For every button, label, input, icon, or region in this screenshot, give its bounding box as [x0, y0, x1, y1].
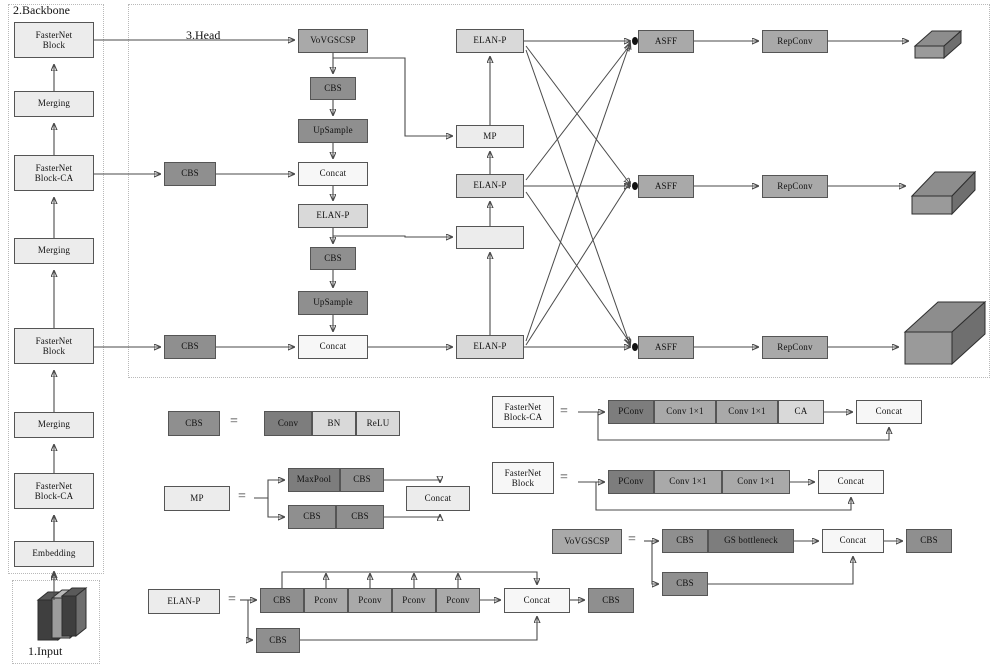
legend-elanp-pconv-1[interactable]: Pconv — [304, 588, 348, 613]
legend-cbs-part-conv[interactable]: Conv — [264, 411, 312, 436]
legend-elanp-concat[interactable]: Concat — [504, 588, 570, 613]
head-cbs-top[interactable]: CBS — [310, 77, 356, 100]
node-label-line2: Block — [42, 40, 66, 50]
backbone-node-fasternet-block-ca-2[interactable]: FasterNet Block-CA — [14, 473, 94, 509]
legend-vov-gs-bottleneck[interactable]: GS bottleneck — [708, 529, 794, 553]
head-repconv-mid[interactable]: RepConv — [762, 175, 828, 198]
legend-fasternet-equals: = — [560, 470, 568, 485]
node-label-line1: FasterNet — [35, 480, 73, 491]
head-mp-lower[interactable] — [456, 226, 524, 249]
legend-fn-conv1x1-a[interactable]: Conv 1×1 — [654, 470, 722, 494]
legend-elanp-branch-cbs[interactable]: CBS — [256, 628, 300, 653]
node-label-line2: Block — [42, 346, 66, 356]
head-concat-bottom[interactable]: Concat — [298, 335, 368, 359]
legend-elanp-equals: = — [228, 592, 236, 607]
head-vovgscsp[interactable]: VoVGSCSP — [298, 29, 368, 53]
head-asff-top[interactable]: ASFF — [638, 30, 694, 53]
legend-mp-maxpool[interactable]: MaxPool — [288, 468, 340, 492]
legend-mp-equals: = — [238, 489, 246, 504]
head-upsample-mid[interactable]: UpSample — [298, 291, 368, 315]
backbone-node-merging-3[interactable]: Merging — [14, 412, 94, 438]
legend-fn-concat[interactable]: Concat — [818, 470, 884, 494]
legend-cbs-part-relu[interactable]: ReLU — [356, 411, 400, 436]
backbone-node-merging-1[interactable]: Merging — [14, 91, 94, 117]
backbone-node-fasternet-block-top[interactable]: FasterNet Block — [14, 22, 94, 58]
legend-fnca-ca[interactable]: CA — [778, 400, 824, 424]
head-repconv-top[interactable]: RepConv — [762, 30, 828, 53]
legend-vovgscsp-key[interactable]: VoVGSCSP — [552, 529, 622, 554]
legend-fasternet-block-ca-key[interactable]: FasterNet Block-CA — [492, 396, 554, 428]
legend-mp-concat[interactable]: Concat — [406, 486, 470, 511]
legend-vov-concat[interactable]: Concat — [822, 529, 884, 553]
legend-mp-bottom-cbs-1[interactable]: CBS — [288, 505, 336, 529]
head-cbs-mid[interactable]: CBS — [310, 247, 356, 270]
legend-vov-cbs-top[interactable]: CBS — [662, 529, 708, 553]
backbone-section-label: 2.Backbone — [13, 3, 70, 17]
legend-cbs-key[interactable]: CBS — [168, 411, 220, 436]
legend-elanp-tail-cbs[interactable]: CBS — [588, 588, 634, 613]
legend-key-line2: Block-CA — [503, 412, 543, 422]
head-concat-top[interactable]: Concat — [298, 162, 368, 186]
backbone-node-fasternet-block-ca-1[interactable]: FasterNet Block-CA — [14, 155, 94, 191]
node-label-line1: FasterNet — [35, 162, 73, 173]
head-frame — [128, 4, 990, 378]
legend-mp-key[interactable]: MP — [164, 486, 230, 511]
head-repconv-bottom[interactable]: RepConv — [762, 336, 828, 359]
legend-vov-cbs-branch[interactable]: CBS — [662, 572, 708, 596]
node-label-line2: Block-CA — [34, 491, 74, 501]
legend-elanp-pconv-2[interactable]: Pconv — [348, 588, 392, 613]
legend-key-line1: FasterNet — [504, 401, 542, 412]
legend-cbs-equals: = — [230, 414, 238, 429]
legend-fn-conv1x1-b[interactable]: Conv 1×1 — [722, 470, 790, 494]
asff-junction-dot-bottom — [632, 343, 638, 351]
legend-vovgscsp-equals: = — [628, 532, 636, 547]
head-upsample-top[interactable]: UpSample — [298, 119, 368, 143]
legend-elanp-pconv-4[interactable]: Pconv — [436, 588, 480, 613]
legend-vov-tail-cbs[interactable]: CBS — [906, 529, 952, 553]
node-label-line1: FasterNet — [35, 29, 73, 40]
legend-key-line1: FasterNet — [504, 467, 542, 478]
legend-mp-top-cbs[interactable]: CBS — [340, 468, 384, 492]
legend-elanp-pconv-3[interactable]: Pconv — [392, 588, 436, 613]
head-cbs-left-lower[interactable]: CBS — [164, 335, 216, 359]
diagram-canvas: 2.Backbone 3.Head 1.Input FasterNet Bloc… — [0, 0, 1000, 668]
legend-fnca-conv1x1-a[interactable]: Conv 1×1 — [654, 400, 716, 424]
legend-fnca-pconv[interactable]: PConv — [608, 400, 654, 424]
legend-elanp-cbs[interactable]: CBS — [260, 588, 304, 613]
backbone-node-merging-2[interactable]: Merging — [14, 238, 94, 264]
head-mp-upper[interactable]: MP — [456, 125, 524, 148]
head-elanp-bottom[interactable]: ELAN-P — [456, 335, 524, 359]
node-label-line1: FasterNet — [35, 335, 73, 346]
head-cbs-left-upper[interactable]: CBS — [164, 162, 216, 186]
head-elanp-top[interactable]: ELAN-P — [456, 29, 524, 53]
legend-fnca-concat[interactable]: Concat — [856, 400, 922, 424]
legend-fasternet-ca-equals: = — [560, 404, 568, 419]
input-section-label: 1.Input — [28, 644, 63, 658]
head-section-label: 3.Head — [186, 28, 221, 42]
asff-junction-dot-top — [632, 37, 638, 45]
head-elanp-mid[interactable]: ELAN-P — [456, 174, 524, 198]
head-asff-mid[interactable]: ASFF — [638, 175, 694, 198]
legend-fnca-conv1x1-b[interactable]: Conv 1×1 — [716, 400, 778, 424]
legend-mp-bottom-cbs-2[interactable]: CBS — [336, 505, 384, 529]
asff-junction-dot-mid — [632, 182, 638, 190]
legend-fasternet-block-key[interactable]: FasterNet Block — [492, 462, 554, 494]
head-elanp-center[interactable]: ELAN-P — [298, 204, 368, 228]
node-label-line2: Block-CA — [34, 173, 74, 183]
legend-key-line2: Block — [511, 478, 535, 488]
legend-cbs-part-bn[interactable]: BN — [312, 411, 356, 436]
legend-fn-pconv[interactable]: PConv — [608, 470, 654, 494]
backbone-node-fasternet-block-mid[interactable]: FasterNet Block — [14, 328, 94, 364]
legend-elanp-key[interactable]: ELAN-P — [148, 589, 220, 614]
backbone-node-embedding[interactable]: Embedding — [14, 541, 94, 567]
head-asff-bottom[interactable]: ASFF — [638, 336, 694, 359]
